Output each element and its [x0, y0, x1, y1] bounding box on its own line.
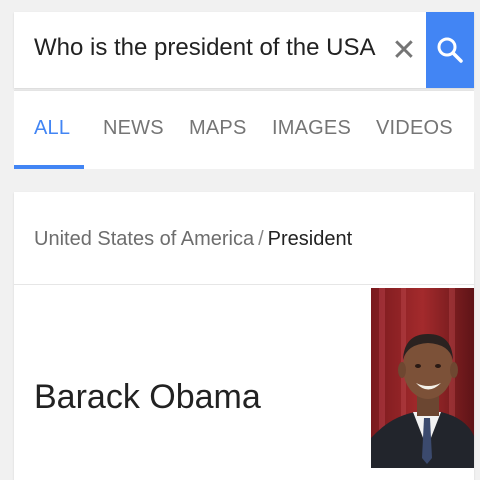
- search-icon: [437, 37, 463, 63]
- search-tabs: ALL NEWS MAPS IMAGES VIDEOS: [14, 90, 474, 169]
- search-input[interactable]: Who is the president of the USA: [34, 34, 376, 62]
- breadcrumb-separator: /: [258, 228, 264, 250]
- card-divider: [14, 284, 474, 285]
- search-button[interactable]: [426, 12, 474, 88]
- knowledge-card: United States of America / President Barac…: [14, 192, 474, 480]
- breadcrumb: United States of America / President: [34, 228, 352, 251]
- tab-videos[interactable]: VIDEOS: [376, 117, 453, 140]
- answer-title[interactable]: Barack Obama: [34, 378, 261, 417]
- tab-maps[interactable]: MAPS: [189, 117, 246, 140]
- tab-all[interactable]: ALL: [34, 117, 70, 140]
- close-icon: ✕: [391, 33, 417, 67]
- search-bar: Who is the president of the USA ✕: [14, 12, 474, 88]
- breadcrumb-parent[interactable]: United States of America: [34, 228, 254, 250]
- active-tab-indicator: [14, 165, 84, 169]
- tab-news[interactable]: NEWS: [103, 117, 164, 140]
- portrait-photo[interactable]: [371, 288, 474, 468]
- breadcrumb-current: President: [267, 228, 353, 250]
- clear-search-button[interactable]: ✕: [384, 32, 424, 68]
- tab-images[interactable]: IMAGES: [272, 117, 351, 140]
